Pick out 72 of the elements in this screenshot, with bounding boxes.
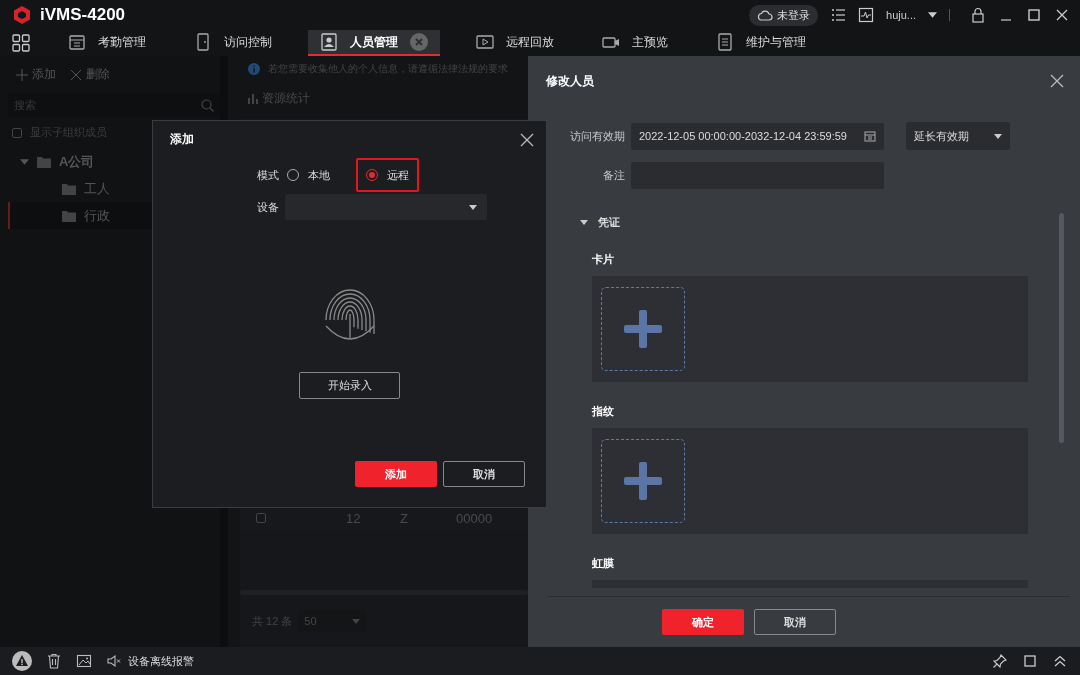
caret-icon bbox=[352, 618, 361, 624]
lock-icon[interactable] bbox=[970, 7, 986, 23]
scrollbar[interactable] bbox=[1059, 213, 1064, 443]
app-title: iVMS-4200 bbox=[40, 5, 126, 25]
add-tile[interactable] bbox=[601, 287, 685, 371]
add-tile[interactable] bbox=[601, 439, 685, 523]
mode-label: 模式 bbox=[257, 167, 279, 183]
close-icon[interactable] bbox=[1050, 74, 1064, 88]
caret-icon[interactable] bbox=[580, 220, 588, 225]
window-icon[interactable] bbox=[1022, 653, 1038, 669]
tab[interactable]: 主预览 bbox=[590, 30, 680, 56]
calendar-icon bbox=[68, 33, 86, 51]
date-range-field[interactable]: 2022-12-05 00:00:00-2032-12-04 23:59:59 bbox=[631, 122, 884, 150]
radio-option[interactable]: 远程 bbox=[356, 158, 419, 192]
folder-icon bbox=[62, 182, 76, 195]
plus-icon bbox=[622, 308, 664, 350]
close-icon[interactable] bbox=[1054, 7, 1070, 23]
device-label: 设备 bbox=[257, 199, 279, 215]
field-label: 备注 bbox=[603, 169, 625, 181]
double-chevron-icon[interactable] bbox=[1052, 653, 1068, 669]
field-label: 访问有效期 bbox=[570, 129, 625, 142]
door-icon bbox=[194, 33, 212, 51]
list-icon[interactable] bbox=[830, 7, 847, 23]
group-label: 指纹 bbox=[592, 405, 614, 417]
tab[interactable]: 考勤管理 bbox=[56, 30, 158, 56]
bar-chart-icon bbox=[248, 93, 258, 104]
extend-select[interactable]: 延长有效期 bbox=[906, 122, 1010, 150]
caret-icon[interactable] bbox=[928, 12, 937, 18]
tab[interactable]: 访问控制 bbox=[182, 30, 284, 56]
plus-icon bbox=[16, 68, 28, 81]
apps-grid-icon[interactable] bbox=[12, 34, 30, 52]
cancel-button[interactable]: 取消 bbox=[443, 461, 525, 487]
info-icon bbox=[248, 63, 260, 75]
cloud-icon bbox=[757, 9, 774, 21]
person-card-icon bbox=[320, 33, 338, 51]
mute-icon[interactable] bbox=[106, 653, 122, 669]
radio-option[interactable]: 本地 bbox=[279, 158, 338, 192]
logo-icon bbox=[12, 5, 32, 25]
add-button[interactable]: 添加 bbox=[355, 461, 437, 487]
maximize-icon[interactable] bbox=[1026, 7, 1042, 23]
folder-icon bbox=[37, 155, 51, 168]
scrollbar[interactable] bbox=[240, 590, 528, 595]
row-checkbox[interactable] bbox=[256, 513, 266, 523]
sliders-icon bbox=[716, 33, 734, 51]
user-name[interactable]: huju... bbox=[886, 9, 916, 21]
section-title: 凭证 bbox=[598, 215, 620, 230]
tab[interactable]: 远程回放 bbox=[464, 30, 566, 56]
tab[interactable]: 维护与管理 bbox=[704, 30, 818, 56]
dialog-title: 添加 bbox=[170, 131, 194, 148]
cloud-login-button[interactable]: 未登录 bbox=[749, 4, 819, 26]
play-icon bbox=[476, 33, 494, 51]
cross-icon bbox=[70, 68, 82, 81]
trash-icon[interactable] bbox=[46, 653, 62, 669]
start-enroll-button[interactable]: 开始录入 bbox=[299, 372, 400, 399]
status-text: 设备离线报警 bbox=[128, 653, 194, 669]
monitor-icon[interactable] bbox=[858, 7, 875, 23]
close-icon[interactable] bbox=[520, 132, 534, 147]
group-label: 虹膜 bbox=[592, 557, 614, 569]
panel-title: 修改人员 bbox=[546, 72, 594, 90]
group-label: 卡片 bbox=[592, 253, 614, 265]
calendar-icon[interactable] bbox=[864, 130, 876, 142]
checkbox[interactable] bbox=[12, 127, 22, 138]
plus-icon bbox=[622, 460, 664, 502]
confirm-button[interactable]: 确定 bbox=[662, 609, 744, 635]
warning-icon[interactable] bbox=[12, 651, 32, 671]
cancel-button[interactable]: 取消 bbox=[754, 609, 836, 635]
caret-icon bbox=[994, 133, 1002, 139]
folder-icon bbox=[62, 209, 76, 222]
caret-icon bbox=[469, 204, 477, 210]
image-icon[interactable] bbox=[76, 653, 92, 669]
pin-icon[interactable] bbox=[992, 653, 1008, 669]
tab[interactable]: 人员管理 bbox=[308, 30, 440, 56]
